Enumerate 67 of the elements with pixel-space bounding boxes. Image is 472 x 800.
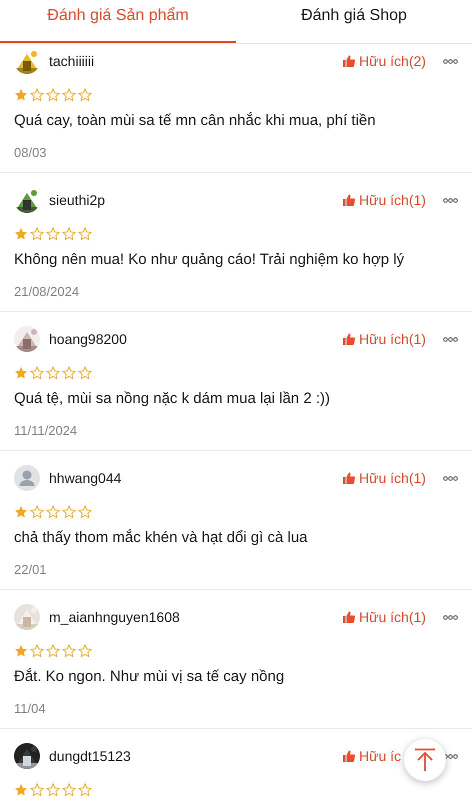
star-icon bbox=[78, 644, 92, 658]
username: sieuthi2p bbox=[49, 192, 106, 208]
more-icon[interactable] bbox=[443, 198, 458, 202]
star-icon bbox=[46, 783, 60, 797]
helpful-button[interactable]: Hữu ích(1) bbox=[343, 331, 426, 347]
review-text: Đắt. Ko ngon. Như mùi vị sa tế cay nồng bbox=[14, 667, 286, 687]
review-text: chả thấy thom mắc khén và hạt dổi gì cà lua bbox=[14, 528, 309, 548]
review-text: Không nên mua! Ko như quảng cáo! Trải nghiệm ko hợp lý bbox=[14, 250, 406, 270]
star-icon bbox=[62, 783, 76, 797]
star-icon bbox=[30, 783, 44, 797]
star-icon bbox=[14, 227, 28, 241]
star-icon bbox=[62, 88, 76, 102]
star-icon bbox=[14, 644, 28, 658]
thumbs-up-icon bbox=[343, 472, 355, 484]
star-icon bbox=[30, 644, 44, 658]
star-icon bbox=[14, 88, 28, 102]
star-icon bbox=[62, 366, 76, 380]
more-icon[interactable] bbox=[443, 614, 458, 620]
review-date: 21/08/2024 bbox=[14, 283, 80, 301]
star-icon bbox=[46, 644, 60, 658]
star-icon bbox=[46, 227, 60, 241]
review-text: Quá cay, toàn mùi sa tế mn cân nhắc khi mua, phí tiền bbox=[14, 111, 377, 131]
star-icon bbox=[78, 227, 92, 241]
username: hoang98200 bbox=[49, 331, 128, 347]
helpful-button[interactable]: Hữu íc bbox=[343, 748, 402, 764]
star-icon bbox=[46, 366, 60, 380]
thumbs-up-icon bbox=[343, 55, 355, 67]
more-icon[interactable] bbox=[443, 336, 458, 342]
star-icon bbox=[14, 783, 28, 797]
star-icon bbox=[30, 88, 44, 102]
thumbs-up-icon bbox=[343, 194, 355, 206]
thumbs-up-icon bbox=[343, 611, 355, 623]
star-icon bbox=[14, 366, 28, 380]
helpful-button[interactable]: Hữu ích(1) bbox=[343, 609, 426, 625]
star-icon bbox=[46, 505, 60, 519]
arrow-up-icon bbox=[414, 748, 436, 772]
star-icon bbox=[30, 366, 44, 380]
username: m_aianhnguyen1608 bbox=[49, 609, 181, 625]
star-icon bbox=[62, 644, 76, 658]
helpful-button[interactable]: Hữu ích(2) bbox=[343, 53, 426, 69]
more-icon[interactable] bbox=[443, 754, 458, 758]
scroll-top-button[interactable] bbox=[404, 739, 446, 781]
star-icon bbox=[78, 783, 92, 797]
star-icon bbox=[78, 505, 92, 519]
star-icon bbox=[62, 505, 76, 519]
star-icon bbox=[30, 227, 44, 241]
star-icon bbox=[30, 505, 44, 519]
username: dungdt15123 bbox=[49, 748, 132, 764]
review-text: Quá tệ, mùi sa nồng nặc k dám mua lại lần 2 :)) bbox=[14, 389, 331, 409]
star-icon bbox=[14, 505, 28, 519]
review-date: 22/01 bbox=[14, 561, 48, 579]
more-icon[interactable] bbox=[443, 476, 458, 480]
review-date: 11/11/2024 bbox=[14, 422, 78, 440]
review-date: 11/04 bbox=[14, 700, 47, 718]
star-icon bbox=[62, 227, 76, 241]
star-icon bbox=[78, 88, 92, 102]
review-date: 08/03 bbox=[14, 144, 48, 162]
thumbs-up-icon bbox=[343, 333, 355, 345]
username: hhwang044 bbox=[49, 470, 122, 486]
avatar-icon bbox=[14, 465, 40, 491]
username: tachiiiiii bbox=[49, 53, 96, 69]
thumbs-up-icon bbox=[343, 750, 355, 762]
star-icon bbox=[78, 366, 92, 380]
more-icon[interactable] bbox=[443, 58, 458, 64]
helpful-button[interactable]: Hữu ích(1) bbox=[343, 192, 426, 208]
star-icon bbox=[46, 88, 60, 102]
helpful-button[interactable]: Hữu ích(1) bbox=[343, 470, 426, 486]
